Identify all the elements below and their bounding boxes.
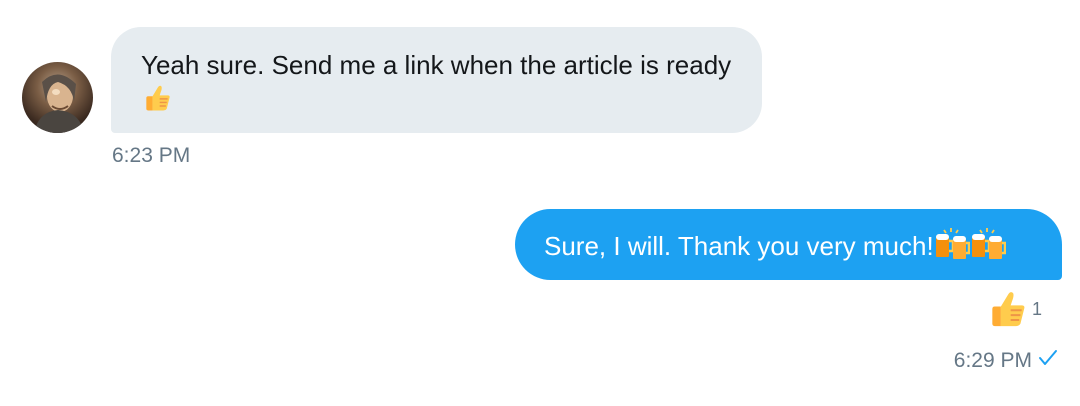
clinking-beer-mugs-icon xyxy=(934,227,970,269)
outgoing-message-bubble[interactable]: Sure, I will. Thank you very much! xyxy=(515,209,1062,280)
incoming-message-bubble[interactable]: Yeah sure. Send me a link when the artic… xyxy=(111,27,762,133)
dm-conversation: Yeah sure. Send me a link when the artic… xyxy=(0,0,1080,406)
avatar[interactable] xyxy=(22,62,93,133)
outgoing-timestamp: 6:29 PM xyxy=(953,349,1032,372)
clinking-beer-mugs-icon xyxy=(970,227,1006,269)
reaction-count: 1 xyxy=(1032,299,1043,319)
outgoing-message-text: Sure, I will. Thank you very much! xyxy=(544,231,934,261)
thumbs-up-icon xyxy=(141,82,173,122)
incoming-message-text: Yeah sure. Send me a link when the artic… xyxy=(141,50,732,80)
message-reaction[interactable]: 1 xyxy=(985,287,1042,335)
outgoing-timestamp-row: 6:29 PM xyxy=(954,349,1058,373)
thumbs-up-icon xyxy=(985,287,1029,336)
checkmark-icon xyxy=(1038,349,1058,373)
incoming-timestamp: 6:23 PM xyxy=(112,144,191,167)
